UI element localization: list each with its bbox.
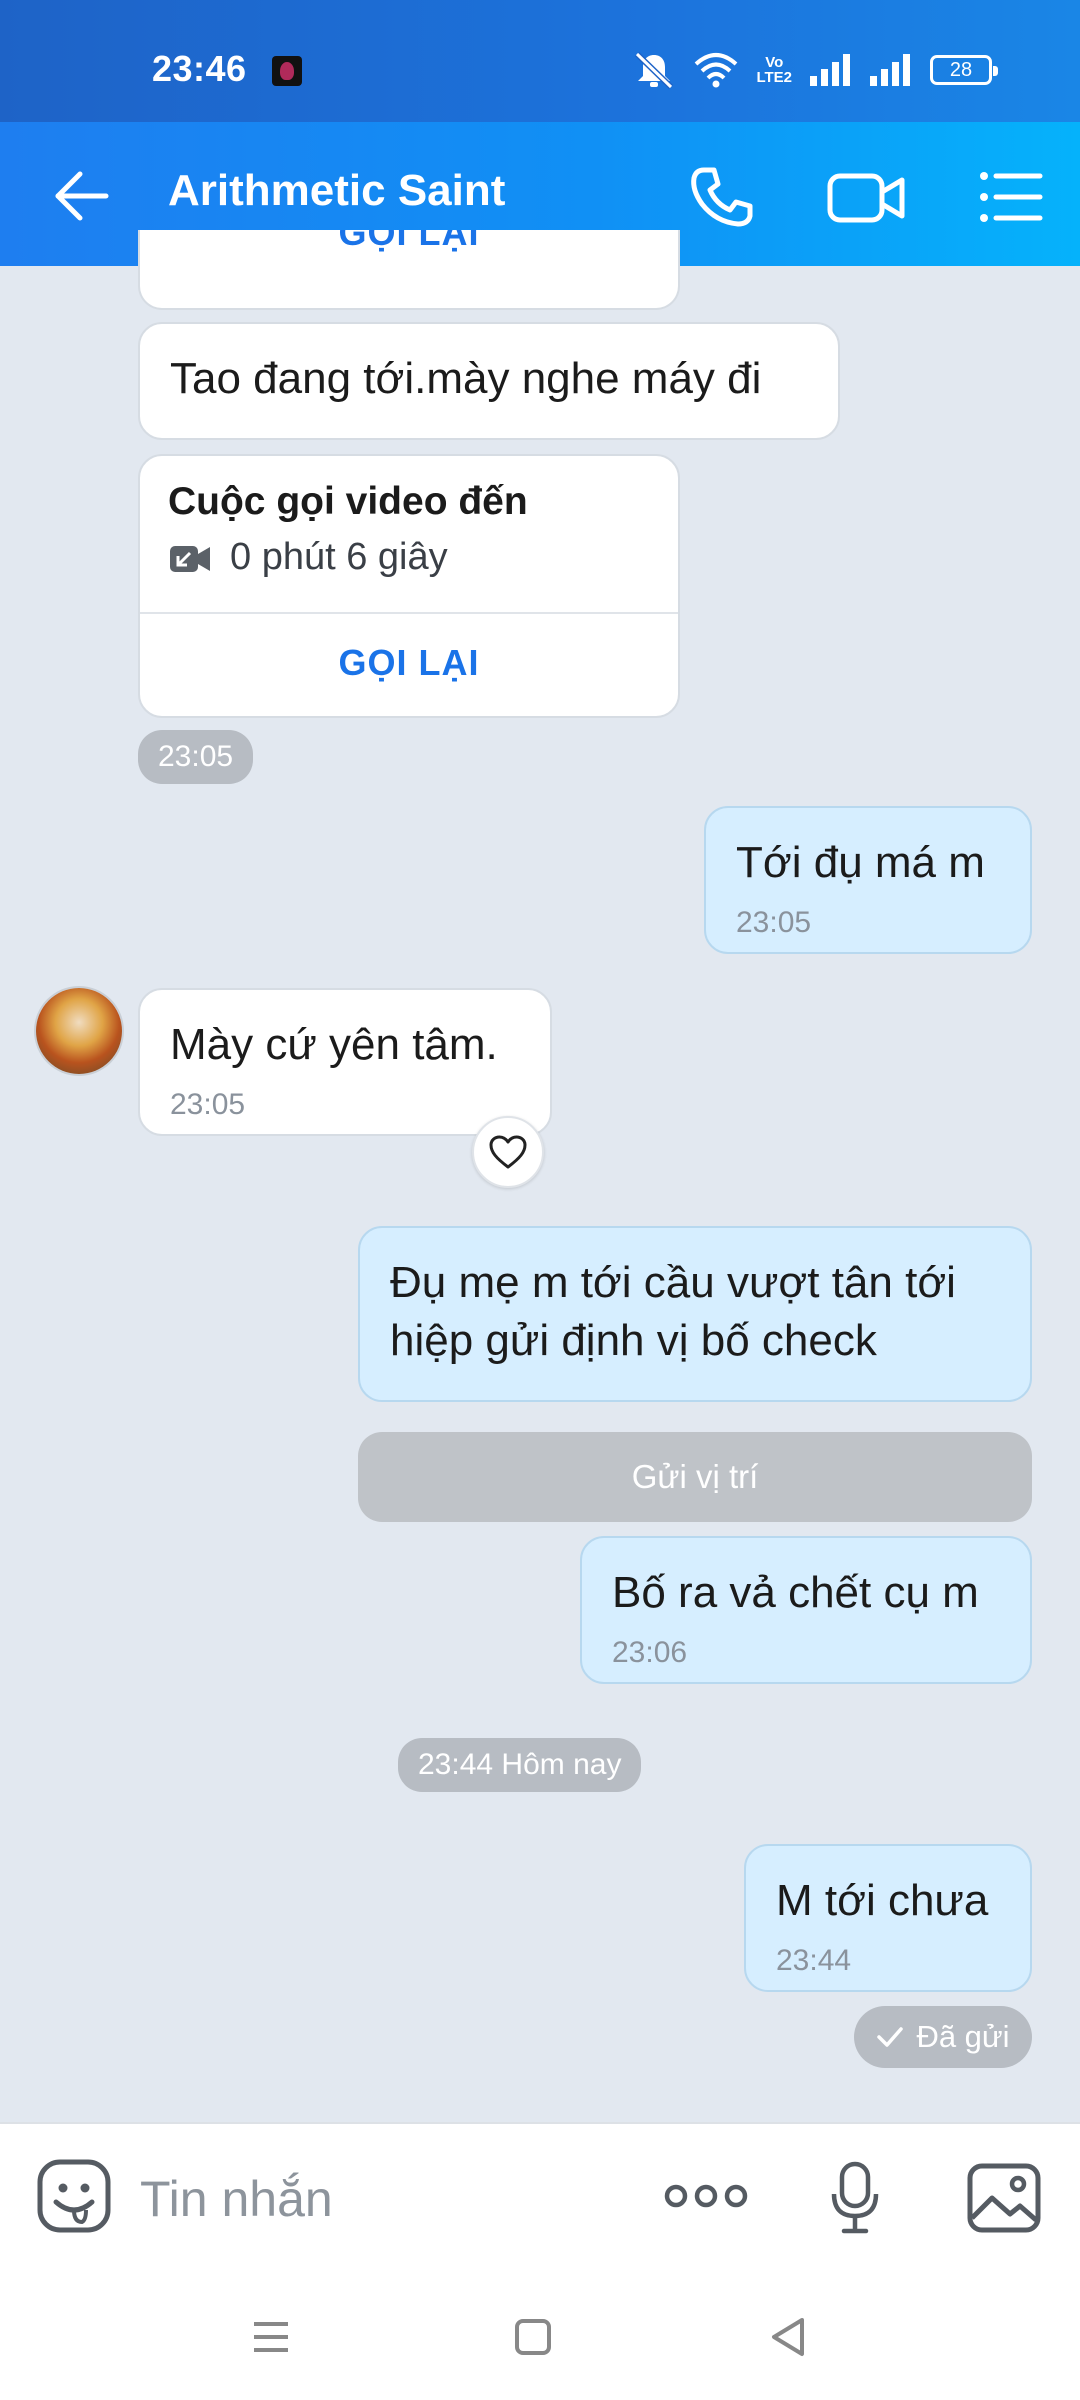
video-call-incoming-icon bbox=[170, 546, 210, 572]
notification-app-icon bbox=[272, 56, 302, 86]
more-dots-icon[interactable] bbox=[664, 2176, 748, 2216]
sent-status-badge: Đã gửi bbox=[854, 2006, 1032, 2068]
divider bbox=[140, 612, 678, 614]
home-icon[interactable] bbox=[508, 2312, 558, 2362]
battery-indicator: 28 bbox=[930, 55, 998, 85]
contact-avatar[interactable] bbox=[36, 988, 122, 1074]
check-icon bbox=[877, 2027, 904, 2047]
sent-status-text: Đã gửi bbox=[916, 2019, 1010, 2054]
contact-name[interactable]: Arithmetic Saint bbox=[168, 166, 505, 216]
message-composer bbox=[0, 2122, 1080, 2274]
message-time: 23:06 bbox=[612, 1636, 688, 1669]
video-call-icon[interactable] bbox=[826, 162, 906, 232]
heart-icon bbox=[489, 1135, 527, 1169]
call-title: Cuộc gọi video đến bbox=[168, 480, 528, 523]
recent-apps-icon[interactable] bbox=[246, 2312, 296, 2362]
message-outgoing[interactable]: Đụ mẹ m tới cầu vượt tân tới hiệp gửi đị… bbox=[358, 1226, 1032, 1402]
message-text: Mày cứ yên tâm. bbox=[170, 1020, 498, 1069]
message-outgoing[interactable]: M tới chưa 23:44 bbox=[744, 1844, 1032, 1992]
message-text: Tao đang tới.mày nghe máy đi bbox=[170, 354, 762, 403]
mic-icon[interactable] bbox=[830, 2160, 880, 2236]
status-icons: Vo LTE2 28 bbox=[632, 48, 998, 92]
signal-icon-2 bbox=[870, 54, 910, 86]
status-time: 23:46 bbox=[152, 48, 247, 89]
date-divider: 23:44 Hôm nay bbox=[398, 1738, 642, 1792]
react-button[interactable] bbox=[472, 1116, 544, 1188]
send-location-button[interactable]: Gửi vị trí bbox=[358, 1432, 1032, 1522]
message-text: Bố ra vả chết cụ m bbox=[612, 1568, 979, 1617]
message-outgoing[interactable]: Bố ra vả chết cụ m 23:06 bbox=[580, 1536, 1032, 1684]
call-duration: 0 phút 6 giây bbox=[230, 536, 448, 578]
system-nav-bar bbox=[0, 2272, 1080, 2400]
message-text: Tới đụ má m bbox=[736, 838, 985, 887]
status-bar: 23:46 Vo LTE2 28 bbox=[0, 0, 1080, 122]
message-outgoing[interactable]: Tới đụ má m 23:05 bbox=[704, 806, 1032, 954]
volte-indicator: Vo LTE2 bbox=[756, 54, 792, 86]
menu-list-icon[interactable] bbox=[976, 162, 1046, 232]
message-incoming[interactable]: Tao đang tới.mày nghe máy đi bbox=[138, 322, 840, 440]
message-time: 23:05 bbox=[736, 906, 812, 939]
time-pill: 23:05 bbox=[138, 730, 254, 784]
message-time: 23:05 bbox=[170, 1088, 246, 1121]
message-text: M tới chưa bbox=[776, 1876, 989, 1925]
call-card-partial: GỌI LẠI bbox=[138, 230, 680, 310]
image-icon[interactable] bbox=[966, 2162, 1042, 2234]
mute-icon bbox=[635, 51, 674, 90]
message-time: 23:44 bbox=[776, 1944, 852, 1977]
message-text: Đụ mẹ m tới cầu vượt tân tới hiệp gửi đị… bbox=[390, 1258, 956, 1365]
back-triangle-icon[interactable] bbox=[764, 2312, 814, 2362]
call-back-button[interactable]: GỌI LẠI bbox=[140, 642, 678, 684]
message-incoming[interactable]: Mày cứ yên tâm. 23:05 bbox=[138, 988, 552, 1136]
back-arrow-icon[interactable] bbox=[52, 166, 112, 226]
emoji-icon[interactable] bbox=[36, 2158, 112, 2234]
message-input[interactable] bbox=[138, 2160, 602, 2238]
video-call-card: Cuộc gọi video đến 0 phút 6 giây GỌI LẠI bbox=[138, 454, 680, 718]
signal-icon-1 bbox=[810, 54, 850, 86]
call-back-button-partial[interactable]: GỌI LẠI bbox=[140, 230, 678, 254]
wifi-icon bbox=[695, 53, 738, 88]
phone-icon[interactable] bbox=[686, 162, 756, 232]
